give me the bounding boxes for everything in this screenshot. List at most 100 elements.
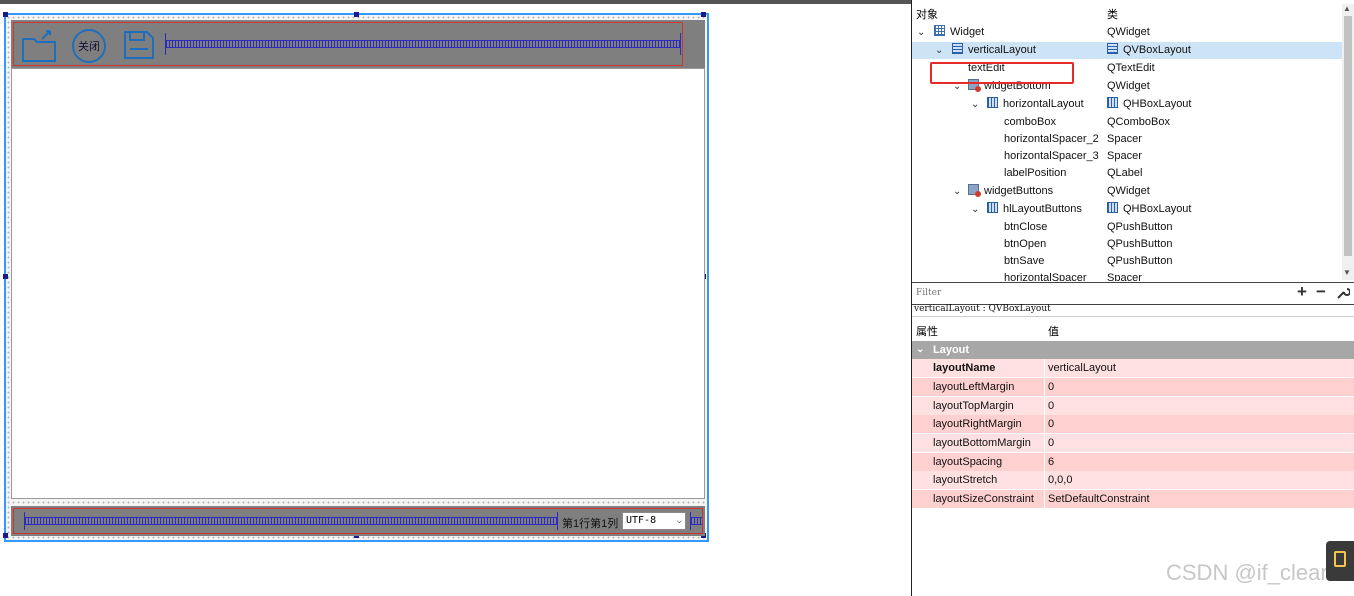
property-name: layoutBottomMargin (933, 437, 1031, 449)
horizontal-layout: 第1行第1列 UTF-8 ⌵ (13, 508, 703, 534)
widget-icon (968, 184, 981, 197)
widget-grid-icon (934, 25, 945, 36)
tree-row-horizontallayout[interactable]: ⌄ horizontalLayout QHBoxLayout (912, 96, 1342, 113)
filter-input[interactable] (914, 286, 1298, 300)
chevron-down-icon[interactable]: ⌄ (971, 201, 979, 218)
designer-form[interactable]: 关闭 第1行第1列 UTF-8 ⌵ (3, 12, 709, 542)
annotation-highlight-box (930, 62, 1074, 84)
horizontal-spacer-2[interactable] (25, 517, 557, 525)
property-row[interactable]: layoutName verticalLayout (912, 359, 1354, 377)
horizontal-spacer[interactable] (166, 40, 680, 48)
tree-item-name: horizontalSpacer_2 (1004, 133, 1099, 145)
property-group-layout[interactable]: ⌄ Layout (912, 341, 1354, 359)
tree-item-class: QLabel (1107, 167, 1143, 179)
column-class[interactable]: 类 (1107, 6, 1118, 22)
tree-row-verticallayout[interactable]: ⌄ verticalLayout QVBoxLayout (912, 42, 1342, 59)
tree-scrollbar[interactable]: ▲ ▼ (1342, 4, 1354, 280)
property-row[interactable]: layoutStretch 0,0,0 (912, 471, 1354, 489)
save-button[interactable] (122, 29, 156, 61)
watermark: CSDN @if_clear (1166, 560, 1328, 585)
property-value[interactable]: 0 (1048, 397, 1054, 415)
close-button-label: 关闭 (78, 41, 100, 53)
horizontal-spacer-3[interactable] (691, 517, 702, 525)
tree-row-labelposition[interactable]: labelPosition QLabel (912, 165, 1342, 182)
resize-handle-top[interactable] (354, 12, 359, 17)
tree-item-class: QWidget (1107, 80, 1150, 92)
text-edit[interactable] (11, 68, 705, 499)
tree-item-class: QTextEdit (1107, 62, 1155, 74)
tree-item-class: QHBoxLayout (1123, 203, 1192, 215)
property-value[interactable]: 0 (1048, 415, 1054, 433)
tree-row-btnopen[interactable]: btnOpen QPushButton (912, 236, 1342, 253)
close-button[interactable]: 关闭 (72, 29, 106, 63)
property-row[interactable]: layoutTopMargin 0 (912, 397, 1354, 415)
tree-row-btnsave[interactable]: btnSave QPushButton (912, 253, 1342, 270)
resize-handle-left[interactable] (3, 274, 8, 279)
floating-lock-widget[interactable] (1326, 541, 1354, 581)
folder-icon (22, 30, 56, 62)
chevron-down-icon[interactable]: ⌄ (935, 42, 943, 59)
property-row[interactable]: layoutRightMargin 0 (912, 415, 1354, 433)
tree-item-name: btnClose (1004, 221, 1048, 233)
property-name: layoutRightMargin (933, 418, 1022, 430)
property-row[interactable]: layoutSpacing 6 (912, 453, 1354, 471)
tree-item-name: comboBox (1004, 116, 1056, 128)
property-row[interactable]: layoutSizeConstraint SetDefaultConstrain… (912, 490, 1354, 508)
tree-item-class: QWidget (1107, 185, 1150, 197)
hl-layout-buttons: 关闭 (13, 22, 683, 66)
tree-row-btnclose[interactable]: btnClose QPushButton (912, 219, 1342, 236)
hbox-layout-icon (1107, 202, 1118, 213)
resize-handle-top-right[interactable] (701, 12, 706, 17)
tree-item-class: QPushButton (1107, 255, 1173, 267)
scroll-down-icon[interactable]: ▼ (1343, 268, 1351, 277)
widget-buttons[interactable]: 关闭 (11, 20, 705, 68)
property-row[interactable]: layoutBottomMargin 0 (912, 434, 1354, 452)
column-object[interactable]: 对象 (916, 6, 938, 22)
property-value[interactable]: 0 (1048, 378, 1054, 396)
resize-handle-top-left[interactable] (3, 12, 8, 17)
tree-item-name: Widget (950, 26, 985, 38)
tree-row-hllayoutbuttons[interactable]: ⌄ hlLayoutButtons QHBoxLayout (912, 201, 1342, 218)
tree-row-widget[interactable]: ⌄ Widget QWidget (912, 24, 1342, 41)
remove-property-button[interactable]: − (1316, 282, 1326, 302)
scrollbar-thumb[interactable] (1344, 16, 1352, 256)
tree-row-horizontalspacer-2[interactable]: horizontalSpacer_2 Spacer (912, 131, 1342, 148)
property-name: layoutSizeConstraint (933, 493, 1034, 505)
tree-row-horizontalspacer-3[interactable]: horizontalSpacer_3 Spacer (912, 148, 1342, 165)
column-value[interactable]: 值 (1048, 323, 1059, 339)
column-divider (1044, 434, 1045, 452)
chevron-down-icon: ⌵ (676, 516, 682, 526)
tree-item-class: QComboBox (1107, 116, 1170, 128)
property-editor-caption: verticalLayout : QVBoxLayout (914, 304, 1051, 314)
property-value[interactable]: SetDefaultConstraint (1048, 490, 1150, 508)
column-divider (1044, 378, 1045, 396)
property-value[interactable]: 6 (1048, 453, 1054, 471)
property-value[interactable]: 0,0,0 (1048, 471, 1072, 489)
add-property-button[interactable]: + (1297, 282, 1307, 302)
combo-value: UTF-8 (626, 515, 657, 526)
property-value[interactable]: verticalLayout (1048, 359, 1116, 377)
tree-row-combobox[interactable]: comboBox QComboBox (912, 114, 1342, 131)
property-name: layoutName (933, 362, 996, 374)
tree-item-name: widgetButtons (984, 185, 1054, 197)
wrench-icon[interactable] (1336, 286, 1350, 300)
tree-row-widgetbuttons[interactable]: ⌄ widgetButtons QWidget (912, 183, 1342, 200)
column-property[interactable]: 属性 (916, 323, 938, 339)
spacer-cap-right (557, 512, 558, 530)
open-button[interactable] (20, 27, 60, 65)
scroll-up-icon[interactable]: ▲ (1343, 4, 1351, 13)
chevron-down-icon[interactable]: ⌄ (953, 183, 961, 200)
chevron-down-icon[interactable]: ⌄ (971, 96, 979, 113)
hbox-layout-icon (987, 97, 998, 108)
chevron-down-icon[interactable]: ⌄ (917, 24, 925, 41)
property-row[interactable]: layoutLeftMargin 0 (912, 378, 1354, 396)
resize-handle-bottom-left[interactable] (3, 533, 8, 538)
tree-row-horizontalspacer[interactable]: horizontalSpacer Spacer (912, 270, 1342, 281)
encoding-combo-box[interactable]: UTF-8 ⌵ (622, 512, 686, 530)
property-name: layoutSpacing (933, 456, 1003, 468)
property-value[interactable]: 0 (1048, 434, 1054, 452)
column-divider (1044, 471, 1045, 489)
widget-bottom[interactable]: 第1行第1列 UTF-8 ⌵ (11, 506, 705, 536)
property-editor-header: 属性 值 (912, 316, 1354, 341)
chevron-down-icon[interactable]: ⌄ (916, 341, 924, 359)
